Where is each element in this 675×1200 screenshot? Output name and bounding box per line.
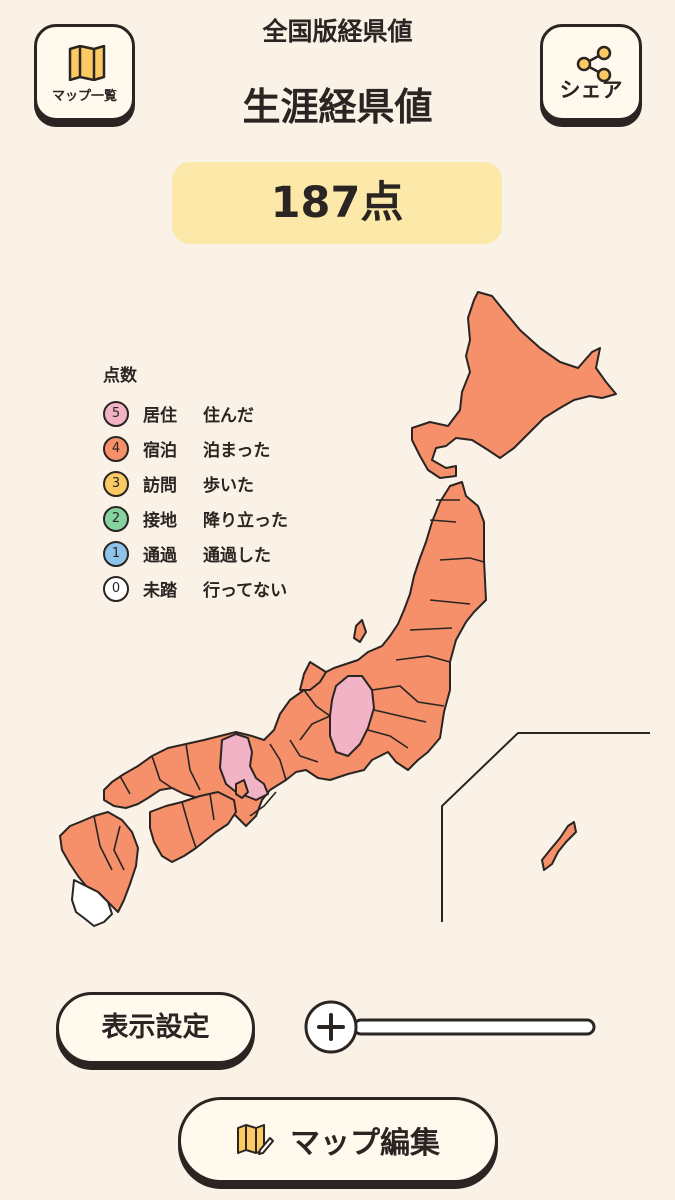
legend-item: 2 接地 降り立った xyxy=(103,501,288,536)
share-button[interactable]: シェア xyxy=(540,24,642,121)
legend-item: 5 居住 住んだ xyxy=(103,396,288,431)
region-okinawa[interactable] xyxy=(541,821,577,871)
map-edit-icon xyxy=(237,1124,274,1155)
legend-label: 居住 xyxy=(143,406,177,426)
legend-score-badge: 0 xyxy=(103,575,129,602)
japan-map[interactable] xyxy=(0,270,675,950)
legend-desc: 降り立った xyxy=(203,511,288,531)
legend-label: 接地 xyxy=(143,511,177,531)
legend-score-badge: 4 xyxy=(103,435,129,462)
map-list-label: マップ一覧 xyxy=(51,89,117,104)
legend-desc: 住んだ xyxy=(203,406,254,426)
legend-label: 未踏 xyxy=(143,581,177,601)
display-settings-button[interactable]: 表示設定 xyxy=(56,992,255,1064)
legend-score-badge: 2 xyxy=(103,505,129,532)
okinawa-inset-frame xyxy=(441,732,650,922)
legend-label: 通過 xyxy=(143,546,177,566)
legend-desc: 泊まった xyxy=(203,441,271,461)
region-sado[interactable] xyxy=(353,619,367,643)
legend-item: 4 宿泊 泊まった xyxy=(103,431,288,466)
legend-desc: 行ってない xyxy=(203,581,288,601)
legend-desc: 通過した xyxy=(203,546,271,566)
legend-desc: 歩いた xyxy=(203,476,254,496)
legend: 点数 5 居住 住んだ 4 宿泊 泊まった 3 訪問 歩いた 2 接地 降り立っ… xyxy=(103,361,288,606)
map-edit-button[interactable]: マップ編集 xyxy=(178,1097,498,1183)
legend-label: 宿泊 xyxy=(143,441,177,461)
score-display: 187点 xyxy=(172,162,502,244)
legend-item: 3 訪問 歩いた xyxy=(103,466,288,501)
region-hokkaido[interactable] xyxy=(411,291,617,479)
legend-title: 点数 xyxy=(103,366,137,386)
legend-label: 訪問 xyxy=(143,476,177,496)
map-icon xyxy=(68,45,106,81)
region-shikoku[interactable] xyxy=(149,791,237,863)
legend-item: 1 通過 通過した xyxy=(103,536,288,571)
share-label: シェア xyxy=(559,78,623,102)
zoom-slider[interactable] xyxy=(302,998,602,1058)
legend-score-badge: 5 xyxy=(103,400,129,427)
legend-score-badge: 3 xyxy=(103,470,129,497)
legend-score-badge: 1 xyxy=(103,540,129,567)
legend-item: 0 未踏 行ってない xyxy=(103,571,288,606)
map-list-button[interactable]: マップ一覧 xyxy=(34,24,135,121)
map-edit-label: マップ編集 xyxy=(290,1126,440,1161)
